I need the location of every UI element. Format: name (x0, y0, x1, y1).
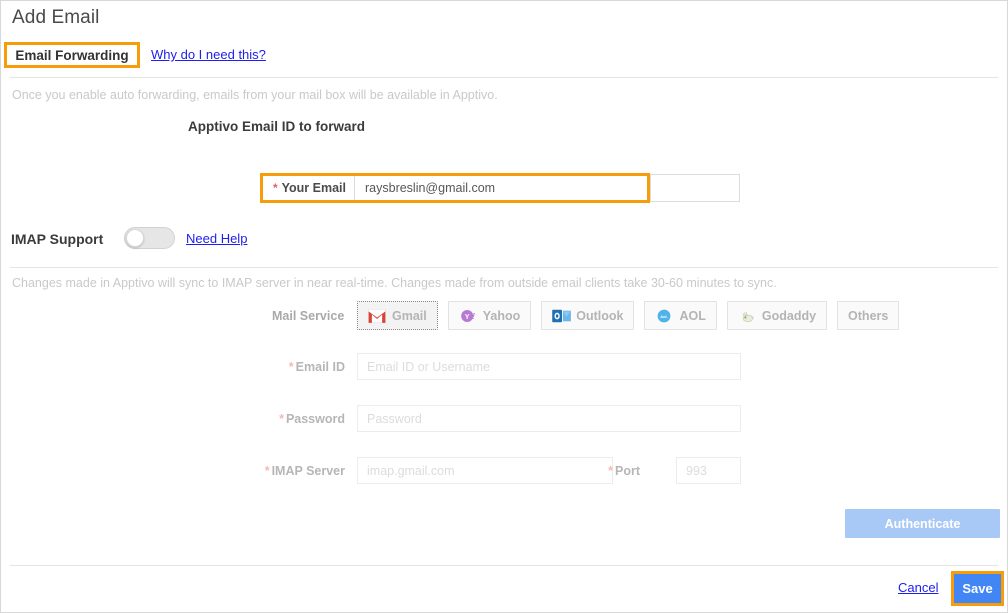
port-input[interactable] (676, 457, 741, 484)
email-id-label-text: Email ID (295, 360, 345, 374)
your-email-required-marker: * (272, 181, 278, 195)
yahoo-icon: Y ! (459, 308, 477, 324)
mail-service-option-yahoo-label: Yahoo (482, 308, 521, 323)
mail-service-option-others-label: Others (848, 308, 889, 323)
svg-text:Y: Y (465, 312, 470, 321)
gmail-icon (368, 308, 386, 324)
email-id-required-marker: * (288, 360, 294, 374)
divider-imap (10, 267, 998, 268)
why-do-i-need-this-link[interactable]: Why do I need this? (151, 47, 266, 62)
email-id-input[interactable] (357, 353, 741, 380)
svg-text:!: ! (472, 312, 475, 321)
password-required-marker: * (279, 412, 284, 426)
your-email-value[interactable]: raysbreslin@gmail.com (355, 176, 647, 200)
port-label: * Port (560, 464, 640, 478)
forwarding-note: Once you enable auto forwarding, emails … (12, 88, 498, 102)
outlook-icon (552, 308, 572, 324)
aol-icon: Aol. (655, 308, 673, 324)
save-button[interactable]: Save (954, 574, 1001, 603)
tab-email-forwarding-label: Email Forwarding (15, 47, 129, 63)
port-label-text: Port (615, 464, 640, 478)
cancel-link[interactable]: Cancel (898, 580, 938, 595)
password-label: * Password (180, 412, 345, 426)
save-button-highlight: Save (951, 571, 1004, 606)
mail-service-option-aol[interactable]: Aol. AOL (644, 301, 717, 330)
svg-text:Aol.: Aol. (661, 314, 669, 319)
divider-top (10, 77, 998, 78)
imap-server-label: * IMAP Server (180, 464, 345, 478)
mail-service-option-others[interactable]: Others (837, 301, 900, 330)
email-id-label: * Email ID (180, 360, 345, 374)
tab-row: Email Forwarding Why do I need this? (0, 42, 1008, 70)
password-input[interactable] (357, 405, 741, 432)
mail-service-option-gmail[interactable]: Gmail (357, 301, 438, 330)
mail-service-option-outlook-label: Outlook (576, 308, 624, 323)
port-required-marker: * (608, 464, 613, 478)
imap-support-toggle[interactable] (124, 227, 175, 249)
mail-service-option-godaddy[interactable]: Godaddy (726, 301, 828, 330)
divider-footer (10, 565, 998, 566)
need-help-link[interactable]: Need Help (186, 231, 247, 246)
mail-service-option-godaddy-label: Godaddy (761, 308, 817, 323)
imap-support-toggle-knob (126, 229, 144, 247)
mail-service-option-aol-label: AOL (679, 308, 706, 323)
imap-server-required-marker: * (264, 464, 270, 478)
imap-server-label-text: IMAP Server (271, 464, 345, 478)
mail-service-option-yahoo[interactable]: Y ! Yahoo (447, 301, 532, 330)
page-title: Add Email (12, 7, 100, 28)
mail-service-option-gmail-label: Gmail (392, 308, 427, 323)
password-label-text: Password (285, 412, 345, 426)
your-email-field-highlight[interactable]: * Your Email raysbreslin@gmail.com (260, 173, 650, 203)
your-email-label-text: Your Email (281, 181, 346, 195)
imap-support-label: IMAP Support (11, 231, 104, 247)
tab-email-forwarding[interactable]: Email Forwarding (4, 42, 140, 68)
mail-service-label: Mail Service (272, 309, 345, 323)
forwarding-section-heading: Apptivo Email ID to forward (188, 119, 366, 134)
mail-service-options: Gmail Y ! Yahoo Outlook Aol. AOL Godaddy… (357, 301, 900, 330)
godaddy-icon (738, 308, 756, 324)
imap-sync-note: Changes made in Apptivo will sync to IMA… (12, 276, 777, 290)
your-email-adjacent-box[interactable] (650, 174, 740, 202)
your-email-label: * Your Email (263, 176, 355, 200)
authenticate-button[interactable]: Authenticate (845, 509, 1000, 538)
mail-service-option-outlook[interactable]: Outlook (541, 301, 635, 330)
